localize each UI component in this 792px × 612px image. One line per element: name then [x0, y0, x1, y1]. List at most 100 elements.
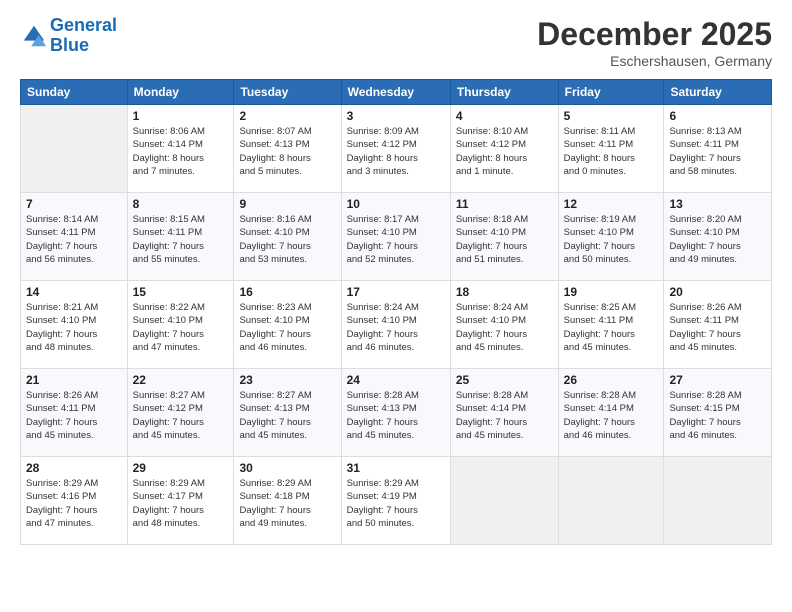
day-number: 21	[26, 373, 122, 387]
calendar-cell: 27Sunrise: 8:28 AMSunset: 4:15 PMDayligh…	[664, 369, 772, 457]
day-info: Sunrise: 8:26 AMSunset: 4:11 PMDaylight:…	[669, 301, 766, 354]
calendar-cell	[558, 457, 664, 545]
calendar-cell: 2 Sunrise: 8:07 AMSunset: 4:13 PMDaylight…	[234, 105, 341, 193]
calendar-cell: 23 Sunrise: 8:27 AMSunset: 4:13 PMDayligh…	[234, 369, 341, 457]
calendar-cell: 28Sunrise: 8:29 AMSunset: 4:16 PMDayligh…	[21, 457, 128, 545]
week-row-5: 28Sunrise: 8:29 AMSunset: 4:16 PMDayligh…	[21, 457, 772, 545]
day-info: Sunrise: 8:27 AMSunset: 4:13 PMDaylight:…	[239, 389, 335, 442]
calendar-cell: 24 Sunrise: 8:28 AMSunset: 4:13 PMDayligh…	[341, 369, 450, 457]
calendar-cell: 22 Sunrise: 8:27 AMSunset: 4:12 PMDayligh…	[127, 369, 234, 457]
day-number: 7	[26, 197, 122, 211]
day-number: 3	[347, 109, 445, 123]
logo: General Blue	[20, 16, 117, 56]
calendar-cell: 10 Sunrise: 8:17 AMSunset: 4:10 PMDayligh…	[341, 193, 450, 281]
logo-icon	[20, 22, 48, 50]
day-info: Sunrise: 8:23 AMSunset: 4:10 PMDaylight:…	[239, 301, 335, 354]
calendar-cell: 20 Sunrise: 8:26 AMSunset: 4:11 PMDayligh…	[664, 281, 772, 369]
calendar-cell: 1Sunrise: 8:06 AMSunset: 4:14 PMDaylight…	[127, 105, 234, 193]
day-info: Sunrise: 8:15 AMSunset: 4:11 PMDaylight:…	[133, 213, 229, 266]
calendar-cell: 3 Sunrise: 8:09 AMSunset: 4:12 PMDaylight…	[341, 105, 450, 193]
day-number: 15	[133, 285, 229, 299]
day-number: 16	[239, 285, 335, 299]
day-info: Sunrise: 8:21 AMSunset: 4:10 PMDaylight:…	[26, 301, 122, 354]
day-info: Sunrise: 8:20 AMSunset: 4:10 PMDaylight:…	[669, 213, 766, 266]
day-number: 23	[239, 373, 335, 387]
day-info: Sunrise: 8:16 AMSunset: 4:10 PMDaylight:…	[239, 213, 335, 266]
weekday-friday: Friday	[558, 80, 664, 105]
day-number: 22	[133, 373, 229, 387]
day-info: Sunrise: 8:09 AMSunset: 4:12 PMDaylight:…	[347, 125, 445, 178]
day-info: Sunrise: 8:28 AMSunset: 4:13 PMDaylight:…	[347, 389, 445, 442]
day-number: 10	[347, 197, 445, 211]
page: General Blue December 2025 Eschershausen…	[0, 0, 792, 612]
week-row-1: 1Sunrise: 8:06 AMSunset: 4:14 PMDaylight…	[21, 105, 772, 193]
day-number: 17	[347, 285, 445, 299]
calendar-cell: 7 Sunrise: 8:14 AMSunset: 4:11 PMDaylight…	[21, 193, 128, 281]
calendar-cell: 8 Sunrise: 8:15 AMSunset: 4:11 PMDaylight…	[127, 193, 234, 281]
logo-text: General Blue	[50, 16, 117, 56]
weekday-tuesday: Tuesday	[234, 80, 341, 105]
day-info: Sunrise: 8:28 AMSunset: 4:14 PMDaylight:…	[456, 389, 553, 442]
month-title: December 2025	[537, 16, 772, 53]
calendar-cell: 6Sunrise: 8:13 AMSunset: 4:11 PMDaylight…	[664, 105, 772, 193]
day-number: 26	[564, 373, 659, 387]
day-number: 11	[456, 197, 553, 211]
day-info: Sunrise: 8:25 AMSunset: 4:11 PMDaylight:…	[564, 301, 659, 354]
day-number: 28	[26, 461, 122, 475]
day-number: 24	[347, 373, 445, 387]
day-info: Sunrise: 8:22 AMSunset: 4:10 PMDaylight:…	[133, 301, 229, 354]
calendar-cell: 17 Sunrise: 8:24 AMSunset: 4:10 PMDayligh…	[341, 281, 450, 369]
day-number: 25	[456, 373, 553, 387]
day-info: Sunrise: 8:07 AMSunset: 4:13 PMDaylight:…	[239, 125, 335, 178]
calendar-cell: 11Sunrise: 8:18 AMSunset: 4:10 PMDayligh…	[450, 193, 558, 281]
day-number: 12	[564, 197, 659, 211]
calendar-cell: 14 Sunrise: 8:21 AMSunset: 4:10 PMDayligh…	[21, 281, 128, 369]
day-info: Sunrise: 8:13 AMSunset: 4:11 PMDaylight:…	[669, 125, 766, 178]
day-info: Sunrise: 8:17 AMSunset: 4:10 PMDaylight:…	[347, 213, 445, 266]
location-subtitle: Eschershausen, Germany	[537, 53, 772, 69]
calendar-cell: 21 Sunrise: 8:26 AMSunset: 4:11 PMDayligh…	[21, 369, 128, 457]
day-number: 30	[239, 461, 335, 475]
day-info: Sunrise: 8:29 AMSunset: 4:17 PMDaylight:…	[133, 477, 229, 530]
weekday-thursday: Thursday	[450, 80, 558, 105]
day-info: Sunrise: 8:28 AMSunset: 4:14 PMDaylight:…	[564, 389, 659, 442]
day-number: 8	[133, 197, 229, 211]
weekday-monday: Monday	[127, 80, 234, 105]
calendar-cell	[664, 457, 772, 545]
day-number: 5	[564, 109, 659, 123]
calendar-body: 1Sunrise: 8:06 AMSunset: 4:14 PMDaylight…	[21, 105, 772, 545]
weekday-wednesday: Wednesday	[341, 80, 450, 105]
day-info: Sunrise: 8:24 AMSunset: 4:10 PMDaylight:…	[347, 301, 445, 354]
day-number: 4	[456, 109, 553, 123]
day-number: 19	[564, 285, 659, 299]
week-row-3: 14 Sunrise: 8:21 AMSunset: 4:10 PMDayligh…	[21, 281, 772, 369]
day-info: Sunrise: 8:19 AMSunset: 4:10 PMDaylight:…	[564, 213, 659, 266]
calendar-cell: 16 Sunrise: 8:23 AMSunset: 4:10 PMDayligh…	[234, 281, 341, 369]
day-number: 2	[239, 109, 335, 123]
day-number: 18	[456, 285, 553, 299]
calendar-cell: 31Sunrise: 8:29 AMSunset: 4:19 PMDayligh…	[341, 457, 450, 545]
day-number: 31	[347, 461, 445, 475]
day-number: 13	[669, 197, 766, 211]
calendar-cell: 13 Sunrise: 8:20 AMSunset: 4:10 PMDayligh…	[664, 193, 772, 281]
calendar-cell: 15 Sunrise: 8:22 AMSunset: 4:10 PMDayligh…	[127, 281, 234, 369]
calendar-cell: 9Sunrise: 8:16 AMSunset: 4:10 PMDaylight…	[234, 193, 341, 281]
day-info: Sunrise: 8:24 AMSunset: 4:10 PMDaylight:…	[456, 301, 553, 354]
day-info: Sunrise: 8:27 AMSunset: 4:12 PMDaylight:…	[133, 389, 229, 442]
day-info: Sunrise: 8:14 AMSunset: 4:11 PMDaylight:…	[26, 213, 122, 266]
header: General Blue December 2025 Eschershausen…	[20, 16, 772, 69]
week-row-4: 21 Sunrise: 8:26 AMSunset: 4:11 PMDayligh…	[21, 369, 772, 457]
calendar-table: SundayMondayTuesdayWednesdayThursdayFrid…	[20, 79, 772, 545]
day-number: 20	[669, 285, 766, 299]
calendar-cell: 30Sunrise: 8:29 AMSunset: 4:18 PMDayligh…	[234, 457, 341, 545]
calendar-cell: 26 Sunrise: 8:28 AMSunset: 4:14 PMDayligh…	[558, 369, 664, 457]
day-info: Sunrise: 8:26 AMSunset: 4:11 PMDaylight:…	[26, 389, 122, 442]
weekday-sunday: Sunday	[21, 80, 128, 105]
day-number: 27	[669, 373, 766, 387]
day-number: 1	[133, 109, 229, 123]
calendar-cell: 19 Sunrise: 8:25 AMSunset: 4:11 PMDayligh…	[558, 281, 664, 369]
calendar-cell: 18 Sunrise: 8:24 AMSunset: 4:10 PMDayligh…	[450, 281, 558, 369]
calendar-cell	[21, 105, 128, 193]
day-info: Sunrise: 8:10 AMSunset: 4:12 PMDaylight:…	[456, 125, 553, 178]
day-number: 14	[26, 285, 122, 299]
